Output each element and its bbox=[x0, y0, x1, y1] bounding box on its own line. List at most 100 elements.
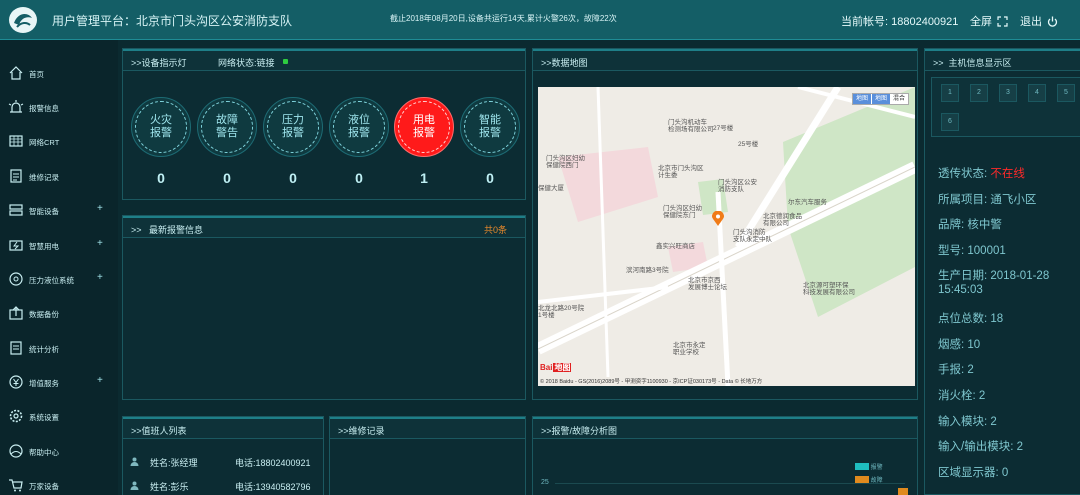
network-status-dot bbox=[283, 59, 288, 64]
sidebar-item-pressure[interactable]: 压力液位系统 + bbox=[0, 264, 118, 294]
level-alarm-light[interactable]: 液位 报警 bbox=[329, 97, 389, 157]
pressure-alarm-light[interactable]: 压力 报警 bbox=[263, 97, 323, 157]
map-type-satellite[interactable]: 地图 bbox=[871, 94, 890, 104]
light-label: 故障 警告 bbox=[216, 114, 238, 139]
map-label: 门头沟消防 支队永定中队 bbox=[733, 229, 772, 243]
host-cell[interactable]: 5 bbox=[1057, 84, 1075, 102]
map-type-switch[interactable]: 地图 地图 混合 bbox=[851, 93, 909, 105]
host-cell[interactable]: 2 bbox=[970, 84, 988, 102]
map-label: 鑫实兴旺商店 bbox=[656, 243, 695, 250]
info-line: 手报: 2 bbox=[938, 364, 974, 376]
info-line: 品牌: 核中警 bbox=[938, 219, 1002, 231]
app-title: 用户管理平台：北京市门头沟区公安消防支队 bbox=[52, 14, 293, 28]
device-icon bbox=[9, 204, 23, 216]
map-label: 门头沟机动车 检测场有限公司 bbox=[668, 119, 714, 133]
sidebar-item-value-added[interactable]: 增值服务 + bbox=[0, 367, 118, 397]
sidebar-item-alarm-info[interactable]: 报警信息 bbox=[0, 92, 118, 122]
panel-header: >>数据地图 bbox=[533, 49, 917, 71]
map-label: 北京德润食品 有限公司 bbox=[763, 213, 802, 227]
panel-title: >>设备指示灯 bbox=[131, 58, 187, 68]
light-label: 用电 报警 bbox=[413, 114, 435, 139]
account-label: 当前帐号: 18802400921 bbox=[841, 16, 959, 28]
sidebar-item-help[interactable]: 帮助中心 bbox=[0, 436, 118, 466]
power-alarm-light[interactable]: 用电 报警 bbox=[394, 97, 454, 157]
pressure-icon bbox=[9, 272, 23, 286]
sidebar-item-label: 系统设置 bbox=[29, 413, 59, 422]
fault-warning-light[interactable]: 故障 警告 bbox=[197, 97, 257, 157]
light-label: 压力 报警 bbox=[282, 114, 304, 139]
fire-alarm-light[interactable]: 火灾 报警 bbox=[131, 97, 191, 157]
map-label: 北京源可塑环保 科技发展有限公司 bbox=[803, 282, 855, 296]
logout-button[interactable]: 退出 bbox=[1020, 13, 1058, 29]
map-label: 27号楼 bbox=[713, 125, 734, 132]
info-line: 烟感: 10 bbox=[938, 339, 981, 351]
info-line: 所属项目: 通飞小区 bbox=[938, 194, 1037, 206]
sidebar-item-label: 智能设备 bbox=[29, 207, 59, 216]
sidebar-item-devices-shop[interactable]: 万家设备 bbox=[0, 470, 118, 495]
logo-icon bbox=[9, 7, 37, 33]
light-label: 液位 报警 bbox=[348, 114, 370, 139]
map-label: 25号楼 bbox=[738, 141, 759, 148]
sidebar-item-label: 增值服务 bbox=[29, 379, 59, 388]
info-line: 输入/输出模块: 2 bbox=[938, 441, 1023, 453]
fullscreen-label: 全屏 bbox=[970, 16, 992, 28]
sidebar-item-label: 万家设备 bbox=[29, 482, 59, 491]
map-label: 滨河南路3号院 bbox=[626, 267, 669, 274]
transmit-status: 透传状态: 不在线 bbox=[938, 168, 1025, 180]
panel-header: >> 最新报警信息 共0条 bbox=[123, 216, 525, 238]
map-label: 保健大厦 bbox=[538, 185, 564, 192]
host-cell[interactable]: 1 bbox=[941, 84, 959, 102]
fault-bar bbox=[898, 488, 908, 495]
legend-alarm[interactable]: 报警 bbox=[855, 462, 883, 471]
map-label: 北龙北路20号院 1号楼 bbox=[538, 305, 585, 319]
backup-icon bbox=[9, 306, 23, 320]
host-cell[interactable]: 6 bbox=[941, 113, 959, 131]
crt-icon bbox=[9, 135, 23, 147]
map-label: 北京市京西 发展博士论坛 bbox=[688, 277, 727, 291]
panel-header: >>维修记录 bbox=[330, 417, 525, 439]
smart-alarm-light[interactable]: 智能 报警 bbox=[460, 97, 520, 157]
panel-header: >>值班人列表 bbox=[123, 417, 323, 439]
fullscreen-button[interactable]: 全屏 bbox=[970, 13, 1008, 29]
legend-swatch bbox=[855, 476, 869, 483]
sidebar-item-label: 报警信息 bbox=[29, 104, 59, 113]
sidebar-item-home[interactable]: 首页 bbox=[0, 58, 118, 88]
power-icon bbox=[9, 240, 23, 251]
map-type-map[interactable]: 地图 bbox=[852, 94, 871, 104]
light-label: 火灾 报警 bbox=[150, 114, 172, 139]
sidebar-item-smart-power[interactable]: 智慧用电 + bbox=[0, 230, 118, 260]
host-cell[interactable]: 3 bbox=[999, 84, 1017, 102]
sidebar-item-network-crt[interactable]: 网络CRT bbox=[0, 126, 118, 156]
power-off-icon bbox=[1047, 16, 1058, 27]
map-view[interactable]: 地图 地图 混合 门头沟机动车 检测场有限公司 北京市门头沟区 计生委 门头沟区妇幼… bbox=[538, 87, 915, 386]
settings-icon bbox=[9, 409, 23, 423]
sidebar-item-label: 统计分析 bbox=[29, 345, 59, 354]
analysis-panel: >>报警/故障分析图 25 报警 故障 bbox=[532, 416, 918, 495]
alarm-total: 共0条 bbox=[483, 225, 507, 235]
info-line: 区域显示器: 0 bbox=[938, 467, 1009, 479]
sidebar-item-repair[interactable]: 维修记录 bbox=[0, 161, 118, 191]
repair-icon bbox=[10, 169, 22, 183]
map-label: 门头沟区妇幼 保健院西门 bbox=[546, 155, 585, 169]
sidebar-item-backup[interactable]: 数据备份 bbox=[0, 298, 118, 328]
map-type-hybrid[interactable]: 混合 bbox=[890, 94, 908, 104]
cart-icon bbox=[9, 479, 23, 492]
power-alarm-count: 1 bbox=[420, 170, 428, 186]
host-cell[interactable]: 4 bbox=[1028, 84, 1046, 102]
sidebar-item-statistics[interactable]: 统计分析 bbox=[0, 333, 118, 363]
pressure-alarm-count: 0 bbox=[289, 170, 297, 186]
location-pin-icon[interactable] bbox=[712, 211, 724, 227]
sidebar-item-label: 网络CRT bbox=[29, 138, 60, 147]
legend-fault[interactable]: 故障 bbox=[855, 475, 883, 484]
duty-name: 姓名:张经理 bbox=[150, 458, 198, 468]
panel-header: >>设备指示灯 网络状态:链接 bbox=[123, 49, 525, 71]
plus-icon: + bbox=[97, 272, 103, 283]
baidu-logo: Bai 地图 bbox=[540, 363, 572, 372]
sidebar-item-smart-device[interactable]: 智能设备 + bbox=[0, 195, 118, 225]
info-line: 消火栓: 2 bbox=[938, 390, 986, 402]
legend-swatch bbox=[855, 463, 869, 470]
duty-name: 姓名:彭乐 bbox=[150, 482, 189, 492]
sidebar-item-settings[interactable]: 系统设置 bbox=[0, 401, 118, 431]
map-copyright: © 2018 Baidu - GS(2016)2089号 - 甲测资字11009… bbox=[540, 379, 763, 385]
alarm-icon bbox=[8, 100, 24, 113]
